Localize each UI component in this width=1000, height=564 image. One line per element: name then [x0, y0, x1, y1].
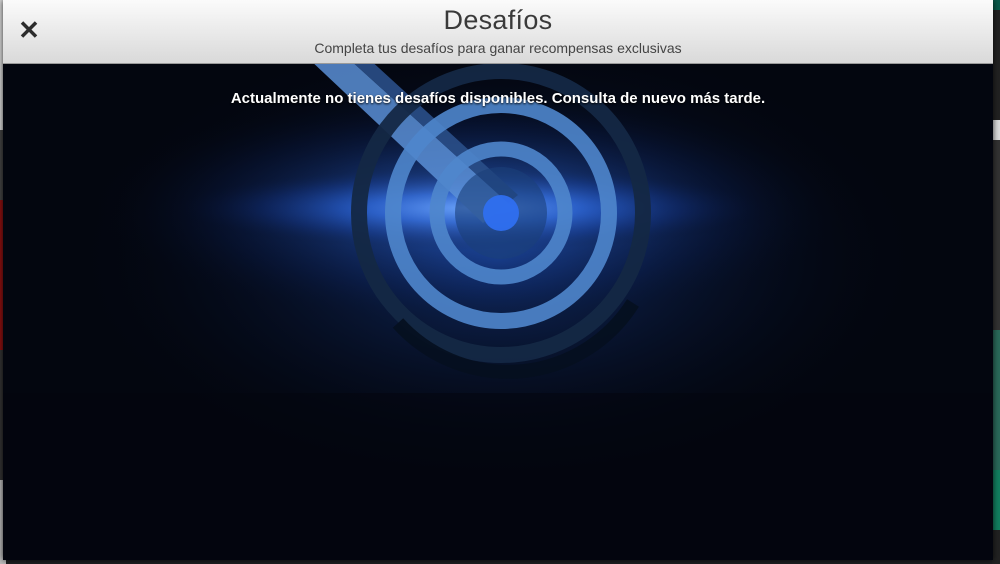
modal-title: Desafíos — [443, 5, 553, 35]
backdrop-right-edge — [992, 0, 1000, 564]
target-illustration — [3, 63, 993, 560]
modal-header: ✕ Desafíos Completa tus desafíos para ga… — [3, 0, 993, 64]
modal-subtitle: Completa tus desafíos para ganar recompe… — [314, 40, 682, 56]
challenges-modal: ✕ Desafíos Completa tus desafíos para ga… — [3, 0, 993, 560]
empty-state-message: Actualmente no tienes desafíos disponibl… — [230, 90, 766, 107]
